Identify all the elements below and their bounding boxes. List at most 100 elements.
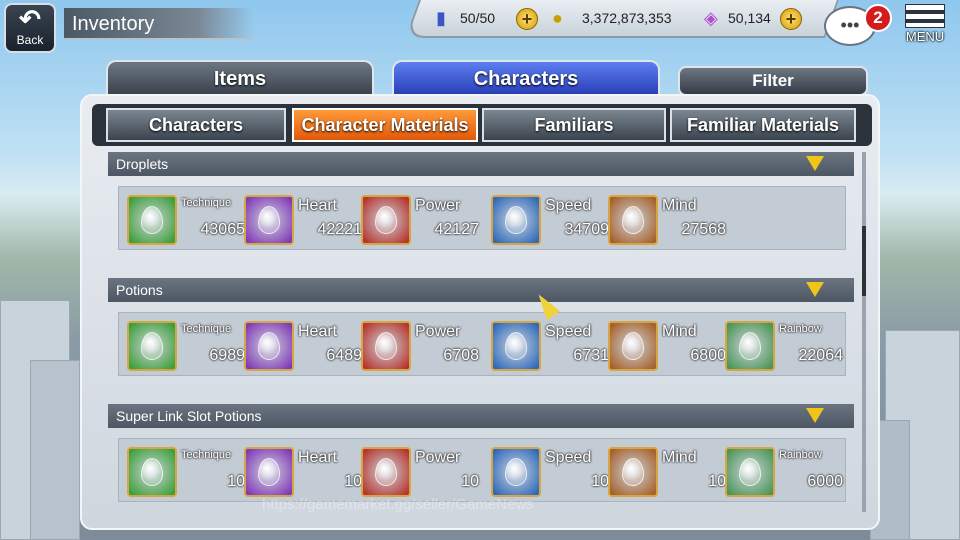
red-slot-potion-icon <box>361 447 411 497</box>
material-count: 42221 <box>317 221 363 238</box>
stamina-value: 50/50 <box>460 10 496 26</box>
subtab-bar: Characters Character Materials Familiars… <box>92 104 872 146</box>
collapse-triangle-icon[interactable] <box>806 408 824 423</box>
add-stamina-button[interactable]: + <box>516 8 538 30</box>
blue-slot-potion-icon <box>491 447 541 497</box>
tab-characters[interactable]: Characters <box>392 60 660 96</box>
material-count: 10 <box>708 473 726 490</box>
material-count: 10 <box>227 473 245 490</box>
subtab-familiar-materials[interactable]: Familiar Materials <box>670 108 856 142</box>
blue-potion-icon <box>491 321 541 371</box>
material-name: Mind <box>662 197 697 214</box>
back-button[interactable]: ↶ Back <box>4 3 56 53</box>
section-header[interactable]: Potions <box>108 278 854 302</box>
orange-droplet-icon <box>608 195 658 245</box>
material-item[interactable]: Mind 6800 <box>608 321 726 371</box>
material-name: Technique <box>181 323 232 335</box>
green-slot-potion-icon <box>127 447 177 497</box>
orange-slot-potion-icon <box>608 447 658 497</box>
material-name: Mind <box>662 323 697 340</box>
materials-list[interactable]: Droplets Technique 43065 Heart 42221 Power 421… <box>94 152 860 522</box>
subtab-familiars[interactable]: Familiars <box>482 108 666 142</box>
material-item[interactable]: Technique 43065 <box>127 195 245 245</box>
green-potion-icon <box>127 321 177 371</box>
material-item[interactable]: Heart 42221 <box>244 195 362 245</box>
rainbow-slot-potion-icon <box>725 447 775 497</box>
material-item[interactable]: Rainbow 22064 <box>725 321 843 371</box>
material-count: 6708 <box>443 347 479 364</box>
back-arrow-icon: ↶ <box>19 4 41 34</box>
gem-icon: ◈ <box>704 8 718 28</box>
material-item[interactable]: Power 6708 <box>361 321 479 371</box>
material-name: Power <box>415 449 461 466</box>
scrollbar-track[interactable] <box>862 152 866 512</box>
green-droplet-icon <box>127 195 177 245</box>
blue-droplet-icon <box>491 195 541 245</box>
collapse-triangle-icon[interactable] <box>806 282 824 297</box>
subtab-characters[interactable]: Characters <box>106 108 286 142</box>
rainbow-potion-icon <box>725 321 775 371</box>
material-item[interactable]: Mind 27568 <box>608 195 726 245</box>
back-label: Back <box>16 33 44 47</box>
material-name: Heart <box>298 197 338 214</box>
scrollbar-thumb[interactable] <box>862 226 866 296</box>
material-item[interactable]: Speed 6731 <box>491 321 609 371</box>
material-item[interactable]: Mind 10 <box>608 447 726 497</box>
material-name: Speed <box>545 197 592 214</box>
top-bar: ↶ Back Inventory ▮ 50/50 + ● 3,372,873,3… <box>0 0 960 53</box>
material-count: 22064 <box>798 347 844 364</box>
material-item[interactable]: Power 10 <box>361 447 479 497</box>
material-count: 6000 <box>807 473 843 490</box>
material-name: Speed <box>545 323 592 340</box>
orange-potion-icon <box>608 321 658 371</box>
inventory-panel: Characters Character Materials Familiars… <box>80 94 880 530</box>
red-droplet-icon <box>361 195 411 245</box>
material-item[interactable]: Rainbow 6000 <box>725 447 843 497</box>
speech-bubble-icon: ••• <box>840 15 860 35</box>
material-item[interactable]: Technique 6989 <box>127 321 245 371</box>
coins-value: 3,372,873,353 <box>582 10 672 26</box>
material-name: Mind <box>662 449 697 466</box>
menu-label: MENU <box>905 29 945 44</box>
material-count: 10 <box>461 473 479 490</box>
purple-droplet-icon <box>244 195 294 245</box>
section-title: Super Link Slot Potions <box>116 408 262 424</box>
gems-value: 50,134 <box>728 10 771 26</box>
filter-button[interactable]: Filter <box>678 66 868 96</box>
section-header[interactable]: Super Link Slot Potions <box>108 404 854 428</box>
material-name: Speed <box>545 449 592 466</box>
tab-items[interactable]: Items <box>106 60 374 96</box>
material-count: 42127 <box>434 221 480 238</box>
material-name: Technique <box>181 449 232 461</box>
material-item[interactable]: Heart 6489 <box>244 321 362 371</box>
section-title: Droplets <box>116 156 169 172</box>
section-title: Potions <box>116 282 163 298</box>
menu-button[interactable]: MENU <box>900 4 950 52</box>
material-count: 34709 <box>564 221 610 238</box>
material-name: Technique <box>181 197 232 209</box>
subtab-character-materials[interactable]: Character Materials <box>292 108 478 142</box>
material-count: 6731 <box>573 347 609 364</box>
coin-icon: ● <box>552 8 563 28</box>
hamburger-icon <box>905 4 945 28</box>
material-item[interactable]: Speed 10 <box>491 447 609 497</box>
collapse-triangle-icon[interactable] <box>806 156 824 171</box>
material-count: 10 <box>591 473 609 490</box>
material-item[interactable]: Power 42127 <box>361 195 479 245</box>
page-title: Inventory <box>64 8 254 40</box>
section-header[interactable]: Droplets <box>108 152 854 176</box>
material-name: Heart <box>298 449 338 466</box>
material-name: Heart <box>298 323 338 340</box>
section-items: Technique 6989 Heart 6489 Power 6708 Speed 6731… <box>118 312 846 376</box>
background-building <box>30 360 80 540</box>
material-count: 6800 <box>690 347 726 364</box>
material-item[interactable]: Technique 10 <box>127 447 245 497</box>
notification-badge: 2 <box>864 4 892 32</box>
add-gems-button[interactable]: + <box>780 8 802 30</box>
material-item[interactable]: Heart 10 <box>244 447 362 497</box>
material-count: 43065 <box>200 221 246 238</box>
material-name: Power <box>415 197 461 214</box>
stamina-icon: ▮ <box>436 8 446 28</box>
material-item[interactable]: Speed 34709 <box>491 195 609 245</box>
material-count: 6989 <box>209 347 245 364</box>
